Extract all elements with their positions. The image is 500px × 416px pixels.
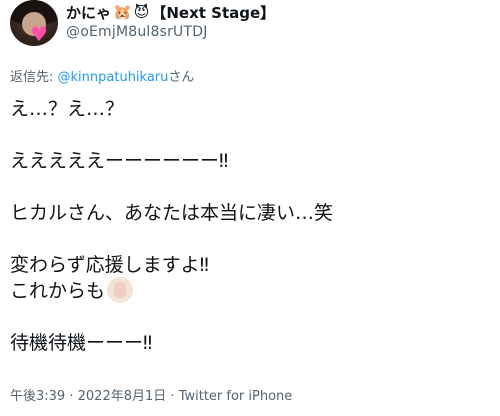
tweet-text: え…？え…？ えええええーーーーーー‼ ヒカルさん、あなたは本当に凄い…笑 変わ… [10,96,490,356]
reply-to-prefix: 返信先: [10,70,58,85]
author-name-row[interactable]: かにゃ 🐹 😈 【Next Stage】 [66,2,275,22]
tweet-line-with-emoji: これからも [10,276,490,304]
avatar[interactable]: ♥ [10,0,58,46]
devil-icon: 😈 [133,3,150,21]
tweet-line: えええええーーーーーー‼ [10,150,229,172]
author-display-name[interactable]: かにゃ [66,2,111,23]
separator: · [69,389,74,404]
hamster-icon: 🐹 [113,3,132,21]
tweet-line: 変わらず応援しますよ‼ [10,254,209,276]
tweet-line-text: これからも [10,280,106,302]
tweet-date[interactable]: 2022年8月1日 [78,389,167,404]
tweet-client[interactable]: Twitter for iPhone [179,389,293,404]
tweet-line: 待機待機ーーー‼ [10,332,153,354]
reply-to-suffix: さん [168,70,195,85]
tweet-time[interactable]: 午後3:39 [10,389,65,404]
author-handle[interactable]: @oEmjM8ul8srUTDJ [66,24,208,40]
tweet-line: ヒカルさん、あなたは本当に凄い…笑 [10,202,334,224]
heart-icon: ♥ [30,22,48,46]
fist-icon [107,276,134,303]
tweet-line: え…？え…？ [10,98,125,120]
reply-to-mention-link[interactable]: @kinnpatuhikaru [58,70,169,85]
reply-to-line: 返信先: @kinnpatuhikaruさん [10,66,194,85]
tweet-metadata: 午後3:39 · 2022年8月1日 · Twitter for iPhone [10,385,292,404]
author-name-suffix[interactable]: 【Next Stage】 [151,2,275,23]
separator: · [170,389,175,404]
